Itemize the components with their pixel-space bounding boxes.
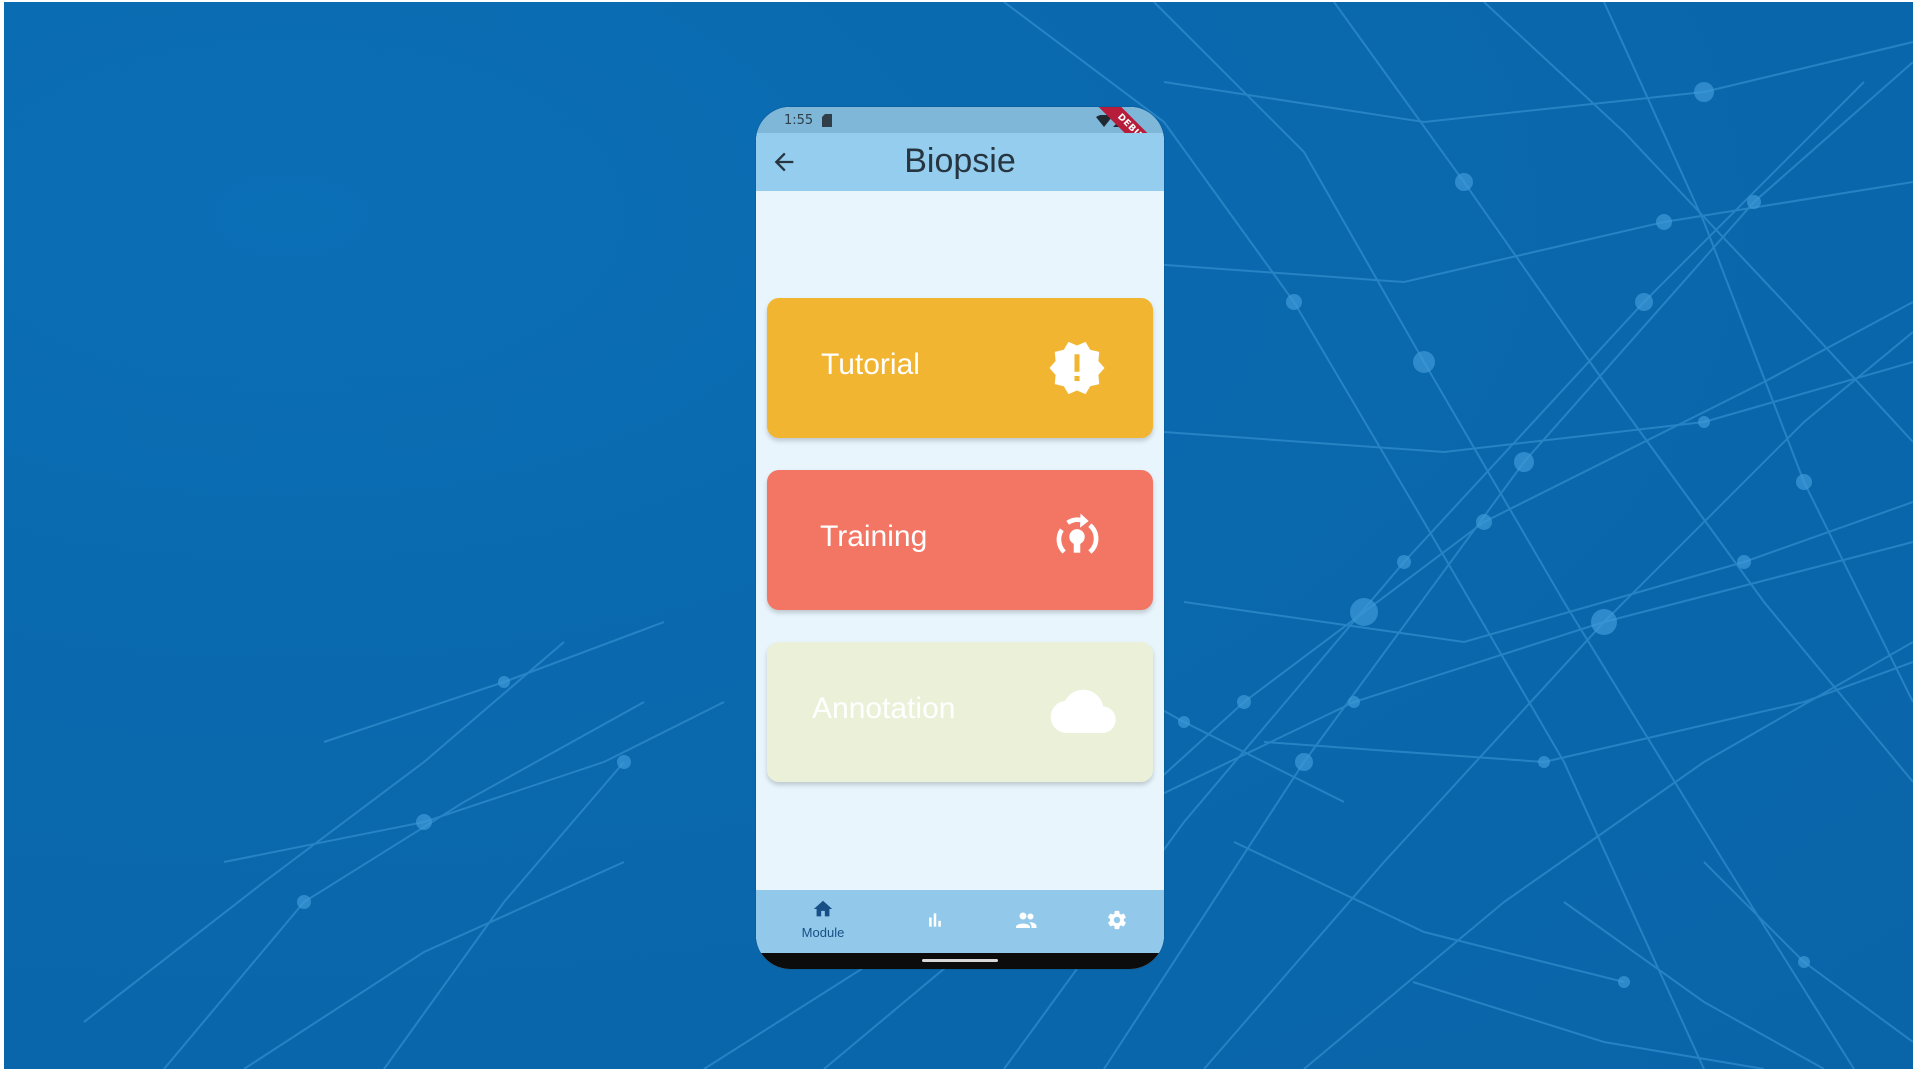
page-title: Biopsie bbox=[904, 142, 1016, 180]
home-indicator[interactable] bbox=[922, 959, 998, 962]
status-time: 1:55 bbox=[784, 113, 814, 128]
annotation-card[interactable]: Annotation bbox=[767, 642, 1153, 782]
settings-icon bbox=[1108, 910, 1126, 930]
training-label: Training bbox=[820, 520, 928, 553]
app-bar: Biopsie bbox=[756, 133, 1164, 191]
tutorial-label: Tutorial bbox=[821, 348, 920, 381]
tips-updates-icon bbox=[1056, 513, 1099, 554]
annotation-label: Annotation bbox=[812, 692, 956, 725]
system-navigation-bar bbox=[756, 953, 1164, 969]
status-bar: 1:55 DEBUG bbox=[756, 107, 1164, 178]
bottom-navigation: Module bbox=[756, 890, 1164, 953]
home-icon bbox=[813, 900, 833, 917]
nav-item-users[interactable] bbox=[1008, 890, 1044, 953]
nav-label-module: Module bbox=[801, 925, 845, 940]
nav-item-settings[interactable] bbox=[1099, 890, 1135, 953]
nav-item-module[interactable]: Module bbox=[793, 890, 853, 953]
cloud-icon bbox=[1050, 689, 1116, 733]
bar-chart-icon bbox=[929, 913, 941, 927]
phone-frame: 1:55 DEBUG Biopsie Tutorial Training Ann… bbox=[756, 107, 1164, 969]
tutorial-card[interactable]: Tutorial bbox=[767, 298, 1153, 438]
training-card[interactable]: Training bbox=[767, 470, 1153, 610]
nav-item-statistics[interactable] bbox=[917, 890, 953, 953]
back-button[interactable] bbox=[770, 148, 798, 176]
arrow-back-icon bbox=[774, 152, 794, 172]
people-icon bbox=[1016, 912, 1037, 928]
new-releases-icon bbox=[1049, 341, 1105, 395]
sd-card-icon bbox=[822, 114, 832, 127]
